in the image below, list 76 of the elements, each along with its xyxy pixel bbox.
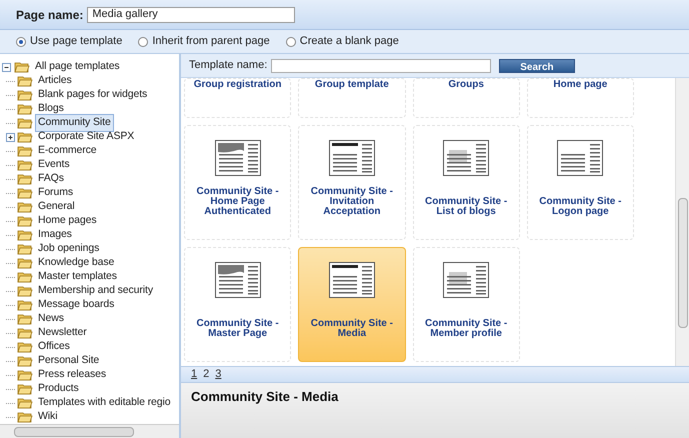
folder-icon: [17, 145, 33, 157]
folder-icon: [17, 201, 33, 213]
template-card[interactable]: Community Site - Home Page Authenticated: [184, 125, 292, 240]
template-title: Community Site - List of blogs: [424, 197, 508, 217]
folder-icon: [17, 215, 33, 227]
folder-icon: [17, 397, 33, 409]
page-layout-icon: [443, 262, 490, 298]
radio-button[interactable]: [16, 36, 26, 46]
template-card[interactable]: Community Site - Invitation Acceptation: [298, 125, 406, 240]
radio-label: Inherit from parent page: [152, 34, 270, 50]
folder-icon: [17, 159, 33, 171]
radio-label: Create a blank page: [300, 34, 399, 50]
folder-icon: [17, 411, 33, 423]
template-title: Community Site - Member profile: [424, 319, 508, 339]
template-name-input[interactable]: [271, 58, 492, 72]
folder-icon: [17, 173, 33, 185]
page-layout-icon: [328, 262, 375, 298]
template-title: Community Site - Invitation Acceptation: [310, 187, 394, 217]
folder-icon: [17, 75, 33, 87]
folder-icon: [17, 341, 33, 353]
template-title: Group registration: [194, 80, 282, 90]
template-title: Home page: [553, 80, 608, 90]
template-title: Community Site - Master Page: [196, 319, 280, 339]
template-card[interactable]: Group template: [298, 78, 406, 118]
template-card[interactable]: Community Site - Logon page: [526, 125, 634, 240]
folder-icon: [17, 313, 33, 325]
radio-button[interactable]: [138, 36, 148, 46]
tree-item[interactable]: Community Site: [35, 114, 114, 132]
folder-icon: [17, 243, 33, 255]
template-title: Group template: [314, 80, 389, 90]
template-card[interactable]: Community Site - Master Page: [184, 247, 292, 362]
page-link[interactable]: 3: [215, 366, 222, 383]
page-link[interactable]: 2: [203, 366, 210, 383]
folder-icon: [17, 299, 33, 311]
expand-icon[interactable]: [6, 132, 15, 142]
template-card[interactable]: Home page: [526, 78, 634, 118]
page-layout-icon: [214, 262, 261, 298]
page-layout-icon: [328, 140, 375, 176]
folder-icon: [17, 89, 33, 101]
folder-icon: [17, 383, 33, 395]
folder-icon: [17, 355, 33, 367]
radio-label: Use page template: [30, 34, 122, 50]
template-title: Groups: [448, 80, 484, 90]
folder-icon: [17, 103, 33, 115]
template-name-label: Template name:: [189, 58, 268, 74]
template-title: Community Site - Media: [310, 319, 394, 339]
folder-icon: [17, 369, 33, 381]
collapse-icon[interactable]: [2, 62, 11, 72]
folder-icon: [17, 271, 33, 283]
preview-title: Community Site - Media: [191, 389, 338, 404]
template-card[interactable]: Groups: [412, 78, 520, 118]
folder-icon: [17, 131, 33, 143]
folder-icon: [17, 117, 33, 129]
folder-icon: [17, 229, 33, 241]
template-title: Community Site - Logon page: [538, 197, 622, 217]
template-card[interactable]: Community Site - List of blogs: [412, 125, 520, 240]
template-card[interactable]: Group registration: [184, 78, 292, 118]
page-link[interactable]: 1: [191, 366, 198, 383]
template-card[interactable]: Community Site - Member profile: [412, 247, 520, 362]
page-layout-icon: [443, 140, 490, 176]
folder-icon: [17, 285, 33, 297]
page-name-label: Page name:: [16, 6, 84, 24]
search-button[interactable]: Search: [499, 58, 575, 72]
folder-icon: [14, 61, 30, 73]
template-card[interactable]: Community Site - Media: [298, 247, 406, 362]
folder-icon: [17, 187, 33, 199]
folder-icon: [17, 257, 33, 269]
page-layout-icon: [214, 140, 261, 176]
radio-button[interactable]: [286, 36, 296, 46]
folder-icon: [17, 327, 33, 339]
page-layout-icon: [557, 140, 604, 176]
page-name-input[interactable]: Media gallery: [87, 6, 296, 22]
horizontal-scrollbar[interactable]: [0, 424, 179, 438]
vertical-scrollbar[interactable]: [675, 78, 689, 366]
tree-item[interactable]: All page templates: [33, 59, 122, 75]
template-title: Community Site - Home Page Authenticated: [196, 187, 280, 217]
